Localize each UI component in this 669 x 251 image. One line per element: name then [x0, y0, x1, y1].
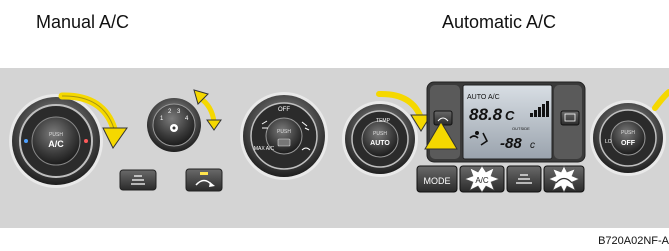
auto-temp-auto-text: AUTO	[370, 140, 390, 147]
auto-fan-knob[interactable]: LO PUSH OFF	[590, 100, 666, 176]
lcd-temp-unit: C	[505, 108, 515, 123]
auto-temp-push-text: PUSH	[373, 131, 387, 137]
page: Manual A/C Automatic A/C PUSH A/C 1 2 3 …	[0, 0, 669, 251]
figure-code: B720A02NF-A	[598, 235, 669, 247]
manual-fan-knob[interactable]: 1 2 3 4	[147, 98, 201, 152]
auto-fan-off-text: OFF	[621, 140, 636, 147]
rear-defrost-button[interactable]	[560, 110, 580, 126]
recirculation-icon	[277, 138, 291, 147]
manual-temp-ac-text: A/C	[48, 139, 64, 149]
control-panel-illustration: PUSH A/C 1 2 3 4 OFF MAX A/C PUSH TEMP P…	[0, 68, 669, 228]
auto-temp-label: TEMP	[376, 118, 391, 124]
rear-defrost-button[interactable]	[119, 169, 157, 191]
mode-max-ac-text: MAX A/C	[254, 146, 275, 152]
lcd-set-temperature: 88.8	[469, 105, 503, 124]
recirculation-button[interactable]	[185, 168, 223, 192]
auto-rear-defrost-button[interactable]	[506, 165, 542, 193]
auto-ac-button[interactable]: A/C	[459, 165, 505, 193]
mode-button[interactable]: MODE	[416, 165, 458, 193]
fan-icon	[170, 124, 178, 132]
lcd-outside-temperature: -88	[500, 135, 522, 152]
auto-fan-push-text: PUSH	[621, 130, 635, 136]
manual-temp-push-text: PUSH	[49, 132, 63, 138]
front-defrost-button[interactable]	[433, 110, 453, 126]
mode-button-label: MODE	[424, 176, 451, 186]
mode-off-text: OFF	[278, 107, 290, 113]
manual-temp-knob[interactable]: PUSH A/C	[9, 94, 103, 188]
auto-recirculation-button[interactable]	[543, 165, 585, 193]
lcd-ac-text: A/C	[488, 94, 500, 101]
auto-temp-knob[interactable]: TEMP PUSH AUTO	[342, 101, 418, 177]
manual-mode-knob[interactable]: OFF MAX A/C PUSH	[240, 92, 328, 180]
mode-push-text: PUSH	[277, 129, 291, 135]
climate-display-unit: AUTO A/C 88.8 C OUTSIDE -88 c	[426, 81, 586, 163]
lcd-auto-text: AUTO	[467, 94, 487, 101]
auto-fan-lo-text: LO	[605, 139, 612, 145]
auto-ac-button-label: A/C	[475, 176, 489, 185]
lcd-outside-label: OUTSIDE	[512, 126, 530, 131]
lcd-outside-unit: c	[530, 140, 535, 151]
